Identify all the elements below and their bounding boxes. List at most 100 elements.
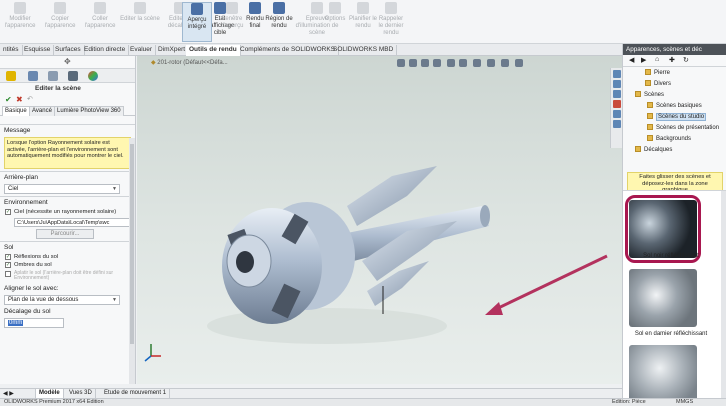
refresh-icon[interactable]: ↻ [683,56,689,64]
floor-reflection [207,308,447,344]
floor-reflections-checkbox[interactable]: ✓ Réflexions du sol [0,253,135,262]
folder-icon [647,102,653,109]
flatten-floor-checkbox[interactable]: Aplatir le sol (l'arrière-plan doit être… [0,270,135,283]
floor-offset-input[interactable]: 0mm [4,317,64,328]
pin-icon[interactable]: ✥ [64,57,71,66]
chevron-down-icon: ▼ [112,296,117,303]
browse-button[interactable]: Parcourir... [36,228,94,239]
tree-item-misc[interactable]: Divers [623,79,726,90]
panel-actions: ✔ ✖ ↶ [0,95,135,106]
render-region-button[interactable]: Région de rendu [264,2,294,30]
panel-toolbar: ✥ [0,56,135,69]
chevron-down-icon: ▼ [112,186,117,192]
subtab-basic[interactable]: Basique [2,106,30,116]
checkbox-checked-icon: ✓ [5,209,11,215]
ribbon: Modifier l'apparence Copier l'apparence … [0,0,726,44]
scrollbar-thumb[interactable] [130,144,134,344]
floor-shadows-checkbox[interactable]: ✓ Ombres du sol [0,261,135,270]
tree-item-basic-scenes[interactable]: Scènes basiques [623,101,726,112]
tree-item-studio-scenes[interactable]: Scènes du studio [623,112,726,123]
modify-appearance-button[interactable]: Modifier l'apparence [0,2,40,30]
background-select[interactable]: Ciel ▼ [4,184,120,194]
appearance-icon [14,2,26,14]
status-app: OLIDWORKS Premium 2017 x64 Edition [4,399,104,405]
model-render [144,166,608,362]
tab-solidworks-mbd[interactable]: SOLIDWORKS MBD [330,45,398,56]
tab-render-tools[interactable]: Outils de rendu [186,45,241,56]
thumbnail-scrollbar[interactable] [721,191,726,406]
property-manager-icon[interactable] [28,71,38,81]
floor-offset-label: Décalage du sol [4,307,51,315]
paste-appearance-button[interactable]: Coller l'apparence [80,2,120,30]
tab-sketch[interactable]: Esquisse [21,45,55,56]
appearances-task-pane: Apparences, scènes et déc ◀ ▶ ⌂ ✚ ↻ Pier… [622,44,726,406]
panel-tabs [0,69,135,83]
forward-icon[interactable]: ▶ [641,56,646,64]
tab-surfaces[interactable]: Surfaces [52,45,85,56]
tree-item-stone[interactable]: Pierre [623,68,726,79]
folder-icon [635,91,641,98]
dimxpert-icon[interactable] [68,71,78,81]
triad-z-axis [144,355,152,362]
folder-icon [645,69,651,76]
tab-dimxpert[interactable]: DimXpert [155,45,190,56]
environment-path-field[interactable]: C:\Users\Ju\AppData\Local\Temp\swc [14,217,131,227]
tab-features[interactable]: ntités [0,45,23,56]
subtab-advanced[interactable]: Avancé [29,106,55,116]
options-icon [329,2,341,14]
drag-hint: Faites glisser des scènes et déposez-les… [627,172,723,193]
feature-tree-icon[interactable] [6,71,16,81]
command-manager-tabs: ntités Esquisse Surfaces Edition directe… [0,44,622,56]
align-floor-label: Aligner le sol avec: [4,284,59,292]
status-bar: OLIDWORKS Premium 2017 x64 Edition Editi… [0,398,726,406]
folder-icon [647,113,653,120]
scene-thumbnails: Sol noir réfléchissant Sol en damier réf… [623,190,726,406]
floor-heading: Sol [0,240,135,253]
property-manager: ✥ Editer la scène ✔ ✖ ↶ Basique Avancé L… [0,56,136,384]
tab-evaluate[interactable]: Evaluer [127,45,157,56]
folder-icon [647,124,653,131]
checkbox-checked-icon: ✓ [5,262,11,268]
tab-direct-edit[interactable]: Edition directe [81,45,130,56]
tab-solidworks-addins[interactable]: Compléments de SOLIDWORKS [237,45,340,56]
edit-scene-button[interactable]: Editer la scène [120,2,160,23]
tree-item-decals[interactable]: Décalques [623,145,726,156]
tree-item-scenes[interactable]: Scènes [623,90,726,101]
integrated-preview-button[interactable]: Aperçu intégré [182,2,212,42]
copy-icon [54,2,66,14]
recall-last-render-button[interactable]: Rappeler le dernier rendu [376,2,406,37]
thumbnail-label: Sol noir réfléchissant [643,253,699,259]
ok-check-icon[interactable]: ✔ [5,95,12,104]
display-manager-icon[interactable] [88,71,98,81]
options-button[interactable]: Options [320,2,350,23]
tree-item-presentation-scenes[interactable]: Scènes de présentation [623,123,726,134]
back-icon[interactable]: ◀ [629,56,634,64]
folder-icon [635,146,641,153]
message-heading: Message [0,124,135,136]
panel-scrollbar[interactable] [129,138,135,384]
add-folder-icon[interactable]: ✚ [669,56,675,64]
graphics-area[interactable]: ◆ 201-rotor (Défaut<<Défa... [137,56,622,384]
task-pane-toolbar: ◀ ▶ ⌂ ✚ ↻ [623,55,726,67]
sky-checkbox[interactable]: ✓ Ciel (nécessite un rayonnement solaire) [0,208,135,217]
schedule-render-button[interactable]: Planifier le rendu [348,2,378,30]
scene-thumbnail-checker-reflective[interactable] [629,269,697,327]
scene-thumbnail-3[interactable] [629,345,697,403]
rotor-blade [347,166,437,226]
message-box: Lorsque l'option Rayonnement solaire est… [4,137,131,169]
configuration-icon[interactable] [48,71,58,81]
subtab-photoview-light[interactable]: Lumière PhotoView 360 [54,106,124,116]
status-units[interactable]: MMGS [676,399,693,405]
annotation-arrow [491,254,608,313]
scene-thumbnail-black-reflective[interactable] [629,200,697,258]
home-icon[interactable]: ⌂ [655,56,659,63]
folder-icon [645,80,651,87]
play-icon: ◀ ▶ [3,391,14,397]
align-floor-select[interactable]: Plan de la vue de dessous ▼ [4,294,120,305]
cancel-x-icon[interactable]: ✖ [16,95,23,104]
copy-appearance-button[interactable]: Copier l'apparence [40,2,80,30]
shaft-end [480,205,490,227]
undo-icon[interactable]: ↶ [27,95,33,103]
tree-item-backgrounds[interactable]: Backgrounds [623,134,726,145]
annotation-arrowhead [485,302,503,315]
